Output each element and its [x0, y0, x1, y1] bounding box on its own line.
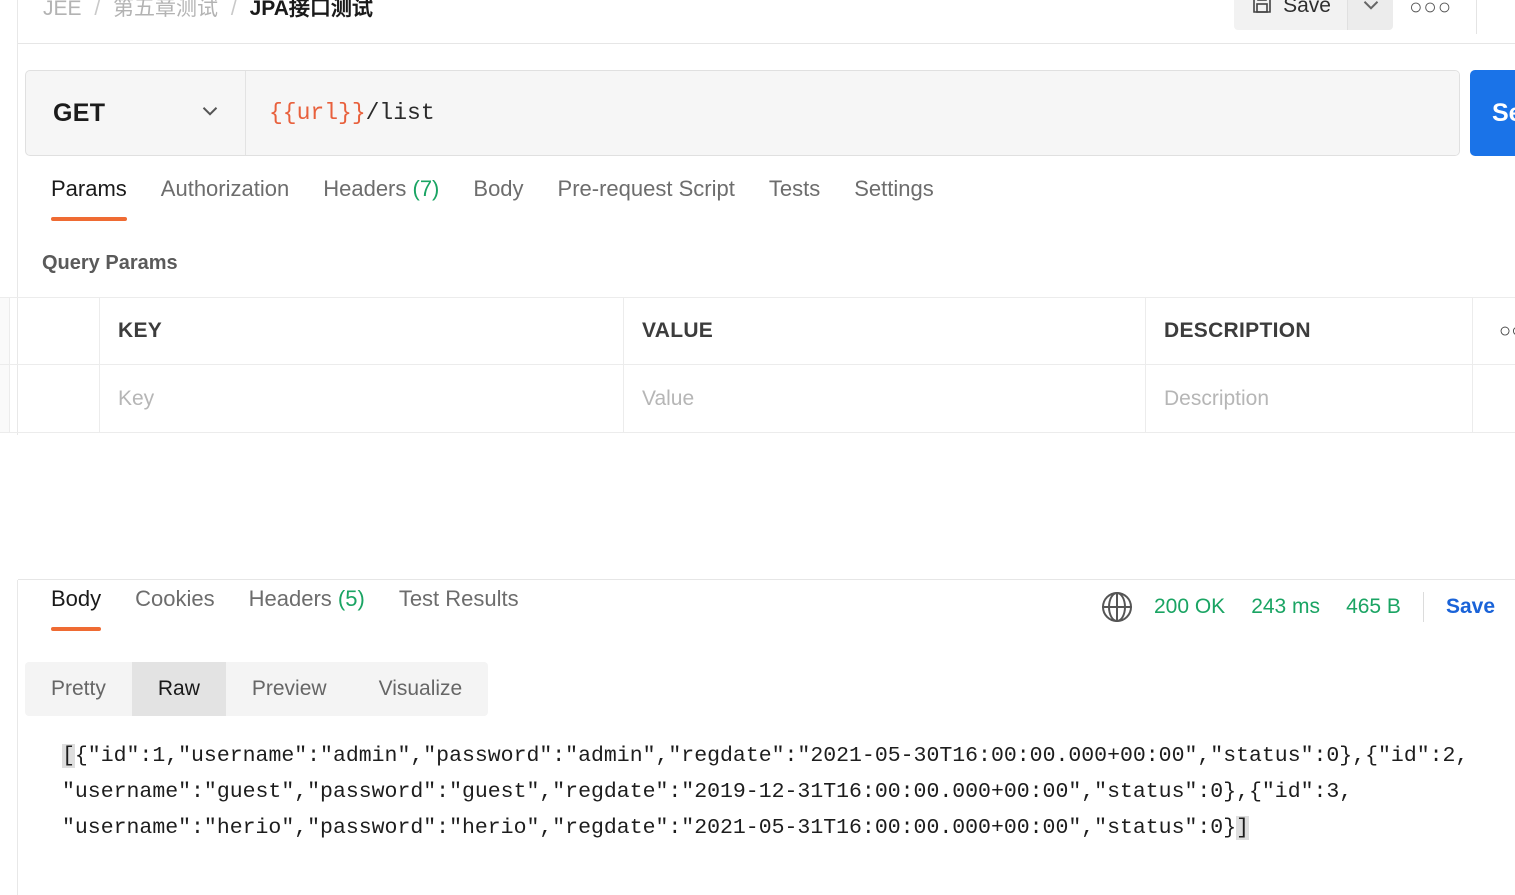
breadcrumb-item-root[interactable]: JEE	[43, 0, 82, 20]
response-body-line-3: "username":"herio","password":"herio","r…	[62, 816, 1237, 840]
view-pretty[interactable]: Pretty	[25, 662, 132, 716]
response-body-raw[interactable]: [{"id":1,"username":"admin","password":"…	[62, 738, 1515, 846]
response-time: 243 ms	[1251, 595, 1321, 618]
param-key-input[interactable]: Key	[100, 365, 624, 432]
response-status: 200 OK	[1153, 595, 1226, 618]
chevron-down-icon	[1358, 0, 1384, 21]
row-actions	[1473, 365, 1515, 432]
tab-label: Pre-request Script	[557, 176, 735, 201]
query-params-table: KEY VALUE DESCRIPTION ○○ Key Value Descr…	[0, 297, 1515, 435]
query-params-title: Query Params	[42, 252, 178, 274]
response-body-line-2: "username":"guest","password":"guest","r…	[62, 780, 1353, 804]
response-tab-cookies[interactable]: Cookies	[118, 582, 231, 631]
url-bar-row: GET {{url}}/list Send	[18, 58, 1515, 168]
breadcrumb-separator: /	[230, 0, 237, 20]
response-body-line: "username":"herio","password":"herio","r…	[62, 810, 1515, 846]
more-actions-button[interactable]: ○○○	[1401, 0, 1460, 24]
url-bar: GET {{url}}/list	[25, 70, 1460, 156]
response-body-line: [{"id":1,"username":"admin","password":"…	[62, 738, 1515, 774]
http-method-label: GET	[53, 98, 106, 127]
url-variable: {{url}}	[269, 100, 366, 126]
save-response-button[interactable]: Save	[1446, 595, 1495, 619]
view-preview[interactable]: Preview	[226, 662, 353, 716]
tab-label: Test Results	[398, 586, 519, 611]
tab-pre-request-script[interactable]: Pre-request Script	[541, 172, 752, 221]
param-description-placeholder: Description	[1164, 386, 1270, 410]
response-view-toggle: Pretty Raw Preview Visualize	[25, 662, 489, 716]
save-options-dropdown[interactable]	[1347, 0, 1393, 30]
breadcrumb-item-current: JPA接口测试	[249, 0, 373, 20]
row-select-column	[0, 298, 10, 364]
tab-headers-count: (7)	[412, 176, 440, 201]
meta-divider	[1422, 592, 1424, 622]
header-divider	[1476, 0, 1477, 34]
param-description-input[interactable]: Description	[1146, 365, 1473, 432]
response-size: 465 B	[1346, 595, 1401, 618]
http-method-selector[interactable]: GET	[26, 71, 246, 155]
send-button[interactable]: Send	[1470, 70, 1515, 156]
response-headers-count: (5)	[337, 586, 365, 611]
param-key-placeholder: Key	[118, 386, 155, 410]
breadcrumb-separator: /	[94, 0, 101, 20]
bulk-edit-icon[interactable]: ○○	[1473, 298, 1515, 364]
row-handle-column	[10, 298, 100, 364]
view-visualize[interactable]: Visualize	[353, 662, 489, 716]
tab-label: Cookies	[135, 586, 215, 611]
tab-label: Authorization	[160, 176, 290, 201]
chevron-down-icon	[197, 98, 223, 129]
breadcrumb-item-folder[interactable]: 第五章测试	[113, 0, 218, 20]
response-divider	[18, 579, 1515, 580]
row-checkbox[interactable]	[0, 365, 10, 432]
request-header: JEE / 第五章测试 / JPA接口测试 Save ○○○	[18, 0, 1515, 44]
row-handle	[10, 365, 100, 432]
column-header-description: DESCRIPTION	[1146, 298, 1473, 364]
tab-settings[interactable]: Settings	[837, 172, 951, 221]
bracket-close-highlight: ]	[1236, 816, 1249, 840]
tab-label: Headers	[323, 176, 407, 201]
response-tab-headers[interactable]: Headers (5)	[232, 582, 382, 631]
response-tab-body[interactable]: Body	[34, 582, 118, 631]
tab-headers[interactable]: Headers (7)	[306, 172, 456, 221]
column-header-key: KEY	[100, 298, 624, 364]
response-tab-test-results[interactable]: Test Results	[382, 582, 536, 631]
globe-icon	[1101, 592, 1132, 622]
params-empty-space	[0, 435, 1515, 580]
param-value-input[interactable]: Value	[624, 365, 1146, 432]
breadcrumb: JEE / 第五章测试 / JPA接口测试	[43, 0, 373, 24]
postman-request-view: JEE / 第五章测试 / JPA接口测试 Save ○○○ GET {{url…	[0, 0, 1515, 895]
response-meta: 200 OK 243 ms 465 B Save	[1101, 592, 1515, 622]
tab-tests[interactable]: Tests	[752, 172, 837, 221]
tab-label: Headers	[248, 586, 332, 611]
save-button-group: Save	[1234, 0, 1393, 30]
view-raw[interactable]: Raw	[131, 662, 226, 716]
tab-label: Settings	[854, 176, 934, 201]
save-button-label: Save	[1283, 0, 1331, 17]
tab-label: Body	[473, 176, 524, 201]
table-row[interactable]: Key Value Description	[0, 365, 1515, 433]
table-header-row: KEY VALUE DESCRIPTION ○○	[0, 297, 1515, 365]
response-tabs: Body Cookies Headers (5) Test Results	[18, 582, 536, 640]
request-url-input[interactable]: {{url}}/list	[246, 71, 1459, 155]
tab-label: Body	[51, 586, 102, 611]
column-header-value: VALUE	[624, 298, 1146, 364]
tab-params[interactable]: Params	[34, 172, 144, 221]
param-value-placeholder: Value	[642, 386, 695, 410]
response-body-line-1: {"id":1,"username":"admin","password":"a…	[74, 744, 1469, 768]
bracket-open-highlight: [	[62, 744, 75, 768]
request-tabs: Params Authorization Headers (7) Body Pr…	[18, 172, 1515, 230]
url-path: /list	[365, 100, 435, 126]
tab-label: Tests	[768, 176, 821, 201]
floppy-disk-icon	[1250, 0, 1274, 21]
save-button[interactable]: Save	[1234, 0, 1347, 30]
tab-authorization[interactable]: Authorization	[144, 172, 306, 221]
tab-body[interactable]: Body	[456, 172, 540, 221]
tab-label: Params	[51, 176, 127, 201]
